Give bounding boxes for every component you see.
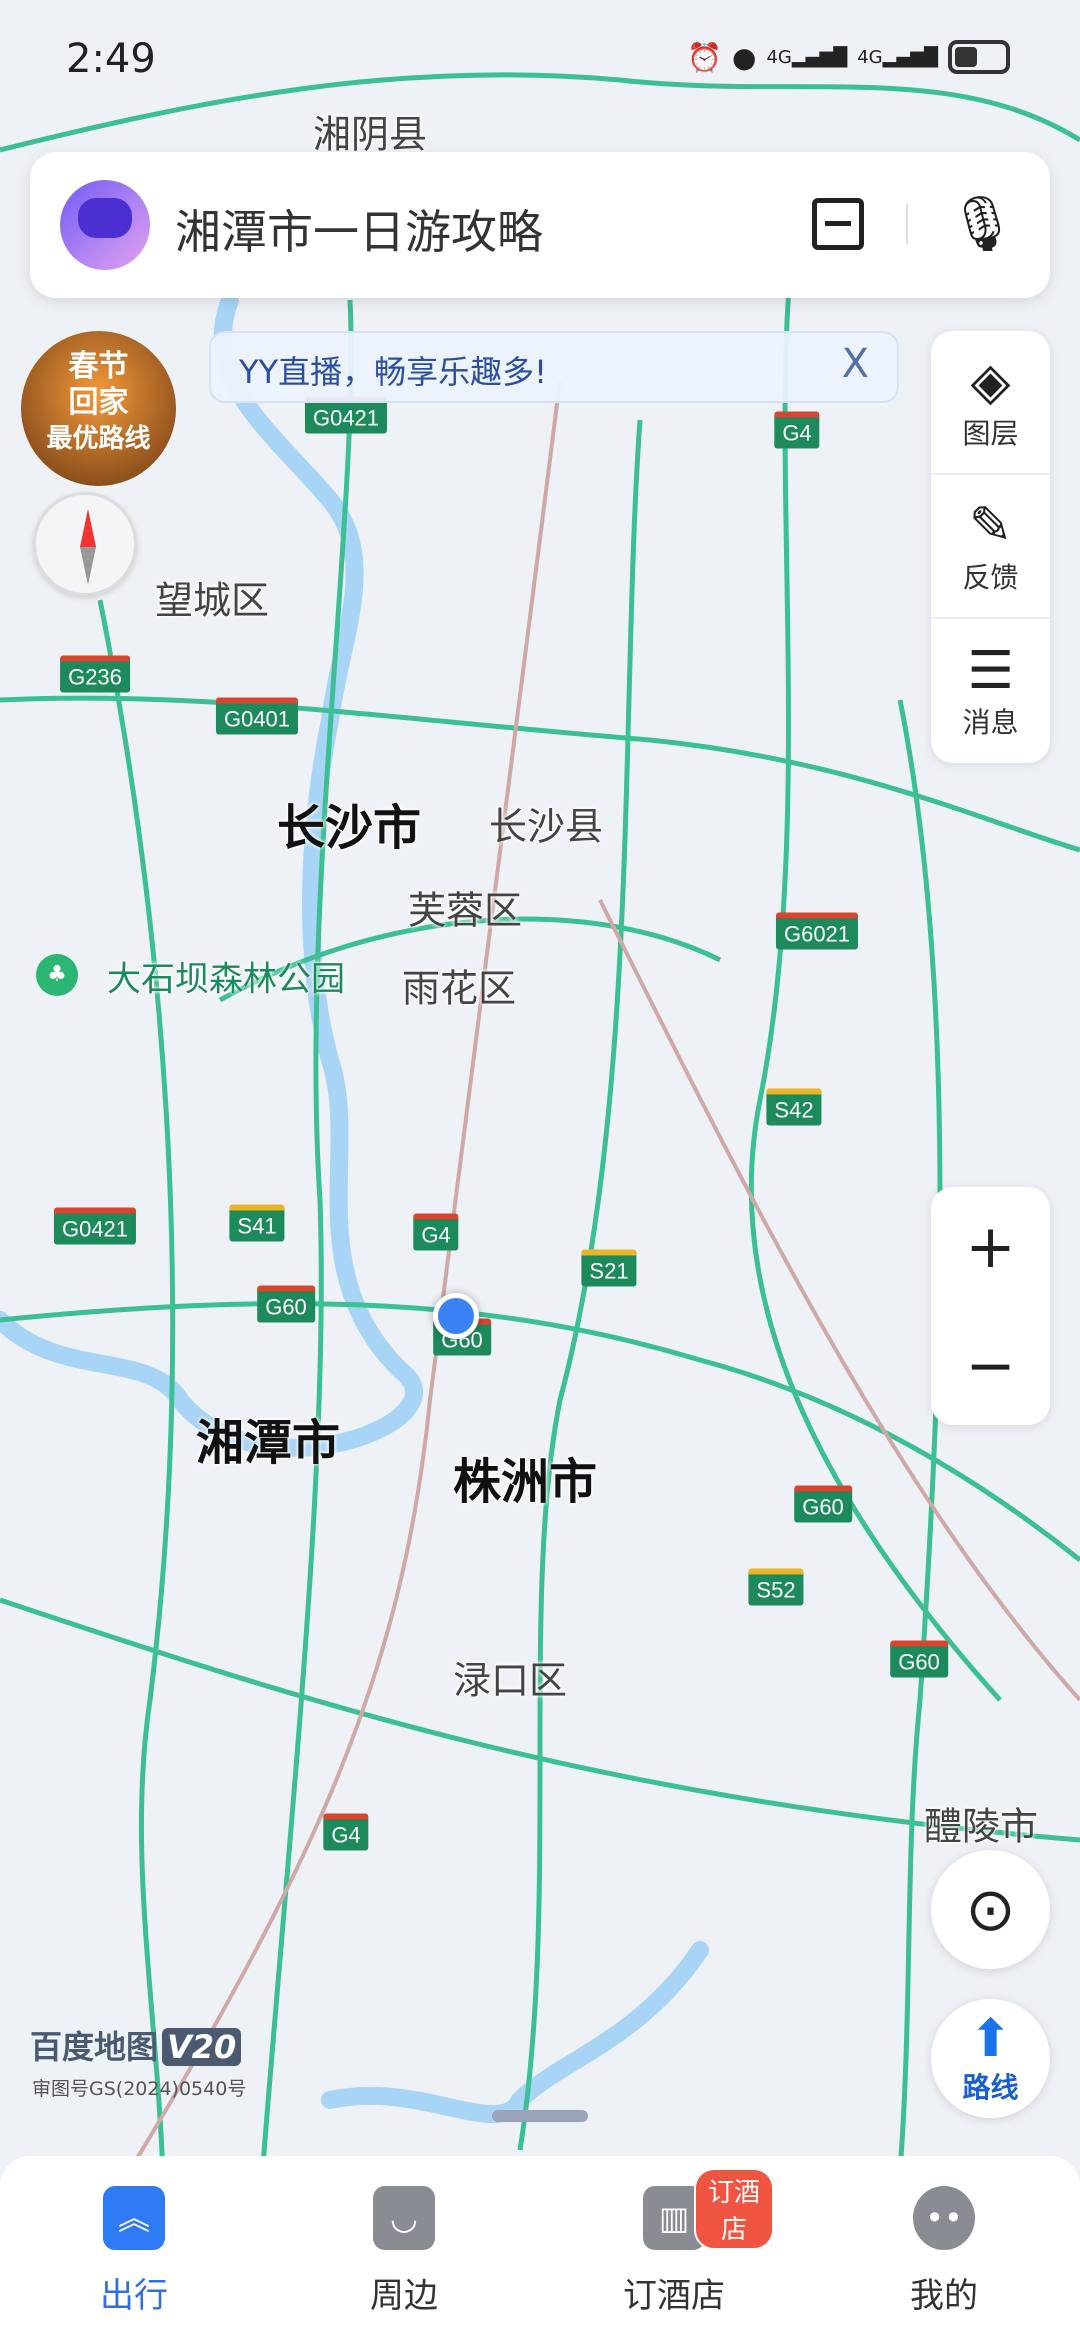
road-shield: G60 xyxy=(794,1485,852,1523)
microphone-icon[interactable]: 🎙 xyxy=(948,192,1017,262)
signal-icon: 4G▂▄▆█ xyxy=(857,46,938,68)
road-shield: G4 xyxy=(413,1213,459,1251)
spring-festival-promo[interactable]: 春节 回家 最优路线 xyxy=(21,331,176,486)
map-label: 渌口区 xyxy=(452,1658,568,1703)
location-icon: ● xyxy=(732,40,757,74)
signal-icon: 4G▂▄▆█ xyxy=(766,46,848,68)
nav-mine[interactable]: •• 我的 xyxy=(844,2186,1044,2317)
road-shield: G4 xyxy=(323,1813,369,1851)
road-shield: G236 xyxy=(60,655,130,693)
road-shield: G60 xyxy=(890,1640,948,1678)
search-bar[interactable]: 湘潭市一日游攻略 🎙 xyxy=(30,152,1050,298)
bottom-nav: ︽ 出行 ◡ 周边 ▥ 订酒店 订酒店 •• 我的 xyxy=(0,2156,1080,2340)
alarm-icon: ⏰ xyxy=(687,40,722,74)
map-label: 芙蓉区 xyxy=(407,888,523,933)
travel-icon: ︽ xyxy=(103,2186,165,2250)
road-shield: S42 xyxy=(766,1088,822,1126)
feedback-button[interactable]: ✎ 反馈 xyxy=(931,475,1050,619)
road-shield: G0401 xyxy=(215,697,299,735)
map-label: 醴陵市 xyxy=(923,1804,1039,1849)
route-button[interactable]: ⬆ 路线 xyxy=(931,1999,1050,2118)
road-shield: G0421 xyxy=(53,1207,137,1245)
divider xyxy=(906,204,908,244)
road-shield: S52 xyxy=(748,1568,804,1606)
layers-icon: ◈ xyxy=(970,352,1011,412)
assistant-avatar[interactable] xyxy=(60,180,150,270)
scan-icon[interactable] xyxy=(812,198,864,250)
compass-icon[interactable] xyxy=(33,492,137,596)
map-label: 雨花区 xyxy=(401,966,517,1011)
park-icon[interactable]: ♣ xyxy=(36,954,78,996)
map-label: 株洲市 xyxy=(452,1454,598,1510)
poi-label[interactable]: 大石坝森林公园 xyxy=(107,952,345,1001)
promo-banner[interactable]: YY直播，畅享乐趣多! X xyxy=(209,331,899,403)
profile-icon: •• xyxy=(913,2186,975,2250)
road-shield: S21 xyxy=(581,1249,637,1287)
drawer-handle[interactable] xyxy=(492,2110,588,2122)
layers-button[interactable]: ◈ 图层 xyxy=(931,331,1050,475)
feedback-icon: ✎ xyxy=(968,496,1013,556)
map-approval-number: 审图号GS(2024)0540号 xyxy=(32,2078,247,2100)
message-button[interactable]: ☰ 消息 xyxy=(931,619,1050,763)
nav-travel[interactable]: ︽ 出行 xyxy=(34,2186,234,2317)
close-icon[interactable]: X xyxy=(842,341,869,387)
map-label: 湘阴县 xyxy=(312,112,428,157)
road-shield: G4 xyxy=(774,411,820,449)
route-arrow-icon: ⬆ xyxy=(968,2008,1013,2069)
side-panel: ◈ 图层 ✎ 反馈 ☰ 消息 xyxy=(931,331,1050,763)
map-label: 湘潭市 xyxy=(195,1415,341,1471)
status-time: 2:49 xyxy=(66,36,156,82)
battery-icon xyxy=(948,40,1010,74)
map-label: 长沙县 xyxy=(488,804,604,849)
status-bar: 2:49 ⏰ ● 4G▂▄▆█ 4G▂▄▆█ xyxy=(0,30,1080,90)
nav-hotel[interactable]: ▥ 订酒店 订酒店 xyxy=(574,2168,774,2317)
zoom-controls: + − xyxy=(931,1187,1050,1425)
nav-nearby[interactable]: ◡ 周边 xyxy=(304,2186,504,2317)
zoom-out-button[interactable]: − xyxy=(931,1306,1050,1425)
nearby-icon: ◡ xyxy=(373,2186,435,2250)
road-shield: G6021 xyxy=(775,912,859,950)
locate-button[interactable]: ⊙ xyxy=(931,1850,1050,1969)
message-icon: ☰ xyxy=(967,641,1014,701)
map-label: 长沙市 xyxy=(276,800,422,856)
road-shield: S41 xyxy=(229,1204,285,1242)
baidu-map-logo: 百度地图 V20 xyxy=(30,2022,242,2068)
target-icon: ⊙ xyxy=(965,1874,1016,1945)
banner-text[interactable]: YY直播，畅享乐趣多! xyxy=(239,347,547,393)
current-location-marker[interactable] xyxy=(433,1293,479,1339)
hotel-badge: 订酒店 xyxy=(694,2168,774,2250)
road-shield: G60 xyxy=(257,1285,315,1323)
search-input[interactable]: 湘潭市一日游攻略 xyxy=(175,196,543,262)
map-label: 望城区 xyxy=(154,578,270,623)
zoom-in-button[interactable]: + xyxy=(931,1187,1050,1306)
